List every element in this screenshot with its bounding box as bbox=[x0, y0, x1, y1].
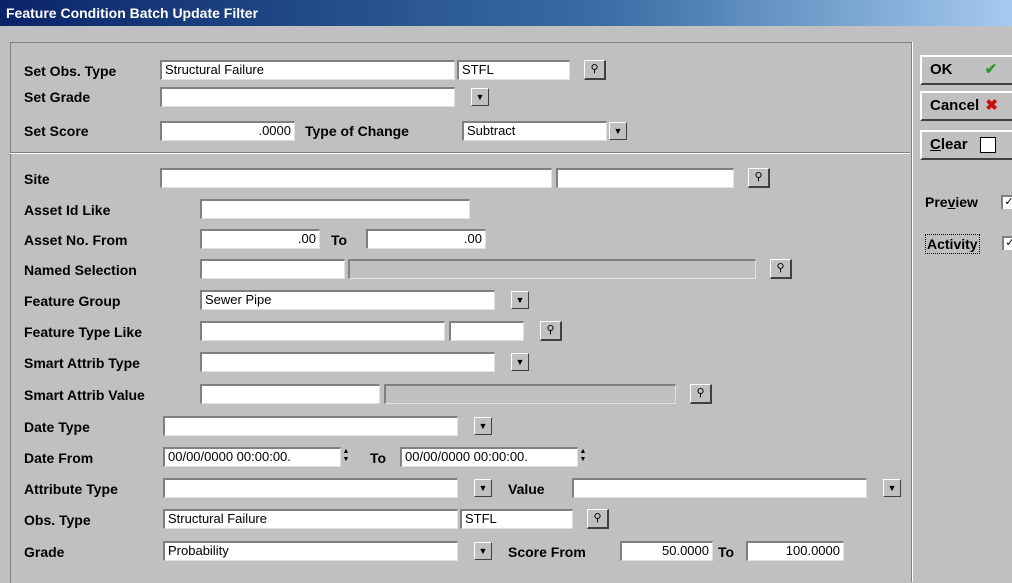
preview-label: Preview bbox=[925, 194, 978, 210]
picker-icon: ⚲ bbox=[776, 262, 785, 274]
date-to-field[interactable]: 00/00/0000 00:00:00. bbox=[400, 447, 578, 467]
checkmark-icon: ✔ bbox=[984, 61, 998, 78]
site-code-field[interactable] bbox=[556, 168, 734, 188]
preview-checkbox[interactable]: ✓ bbox=[1001, 195, 1012, 209]
filter-panel bbox=[10, 42, 911, 583]
date-to-label: To bbox=[370, 450, 387, 466]
smart-attrib-value-picker-button[interactable]: ⚲ bbox=[690, 384, 712, 404]
value-select[interactable] bbox=[572, 478, 867, 498]
chevron-down-icon[interactable]: ▼ bbox=[511, 353, 529, 371]
chevron-down-icon[interactable]: ▼ bbox=[471, 88, 489, 106]
picker-icon: ⚲ bbox=[754, 171, 763, 183]
feature-type-picker-button[interactable]: ⚲ bbox=[540, 321, 562, 341]
chevron-down-icon[interactable]: ▼ bbox=[883, 479, 901, 497]
picker-icon: ⚲ bbox=[546, 324, 555, 336]
feature-type-label: Feature Type Like bbox=[24, 324, 143, 340]
obs-type-picker-button[interactable]: ⚲ bbox=[587, 509, 609, 529]
date-type-label: Date Type bbox=[24, 419, 90, 435]
named-selection-picker-button[interactable]: ⚲ bbox=[770, 259, 792, 279]
obs-type-field[interactable]: Structural Failure bbox=[163, 509, 458, 529]
obs-type-label: Obs. Type bbox=[24, 512, 91, 528]
set-obs-type-label: Set Obs. Type bbox=[24, 63, 117, 79]
set-score-label: Set Score bbox=[24, 123, 89, 139]
feature-group-select[interactable]: Sewer Pipe bbox=[200, 290, 495, 310]
site-label: Site bbox=[24, 171, 50, 187]
score-from-label: Score From bbox=[508, 544, 586, 560]
feature-type-field[interactable] bbox=[200, 321, 445, 341]
grade-label: Grade bbox=[24, 544, 65, 560]
date-type-select[interactable] bbox=[163, 416, 458, 436]
type-of-change-label: Type of Change bbox=[305, 123, 409, 139]
asset-no-to-label: To bbox=[331, 232, 348, 248]
chevron-down-icon[interactable]: ▼ bbox=[511, 291, 529, 309]
smart-attrib-value-field[interactable] bbox=[200, 384, 380, 404]
grade-select[interactable]: Probability bbox=[163, 541, 458, 561]
asset-no-from-field[interactable]: .00 bbox=[200, 229, 320, 249]
attribute-type-label: Attribute Type bbox=[24, 481, 118, 497]
date-from-field[interactable]: 00/00/0000 00:00:00. bbox=[163, 447, 341, 467]
date-from-spinner[interactable]: ▲ ▼ bbox=[341, 448, 351, 466]
clear-icon bbox=[979, 137, 996, 154]
ok-label: OK bbox=[930, 61, 953, 78]
asset-id-label: Asset Id Like bbox=[24, 202, 111, 218]
picker-icon: ⚲ bbox=[593, 512, 602, 524]
chevron-down-icon[interactable]: ▼ bbox=[609, 122, 627, 140]
named-selection-description bbox=[348, 259, 756, 279]
section-divider bbox=[10, 152, 910, 154]
clear-button[interactable]: Clear bbox=[920, 130, 1012, 160]
feature-type-code-field[interactable] bbox=[449, 321, 524, 341]
site-field[interactable] bbox=[160, 168, 552, 188]
score-from-field[interactable]: 50.0000 bbox=[620, 541, 713, 561]
smart-attrib-value-label: Smart Attrib Value bbox=[24, 387, 145, 403]
chevron-down-icon[interactable]: ▼ bbox=[474, 542, 492, 560]
date-from-label: Date From bbox=[24, 450, 94, 466]
x-icon: ✖ bbox=[985, 97, 998, 114]
asset-id-field[interactable] bbox=[200, 199, 470, 219]
smart-attrib-type-select[interactable] bbox=[200, 352, 495, 372]
set-score-field[interactable]: .0000 bbox=[160, 121, 295, 141]
set-obs-type-field[interactable]: Structural Failure bbox=[160, 60, 455, 80]
named-selection-label: Named Selection bbox=[24, 262, 137, 278]
set-obs-type-picker-button[interactable]: ⚲ bbox=[584, 60, 606, 80]
set-grade-select[interactable] bbox=[160, 87, 455, 107]
clear-label: Clear bbox=[930, 136, 968, 153]
feature-group-label: Feature Group bbox=[24, 293, 121, 309]
chevron-down-icon[interactable]: ▼ bbox=[474, 479, 492, 497]
window-title: Feature Condition Batch Update Filter bbox=[0, 0, 1012, 26]
asset-no-to-field[interactable]: .00 bbox=[366, 229, 486, 249]
date-to-spinner[interactable]: ▲ ▼ bbox=[578, 448, 588, 466]
value-label: Value bbox=[508, 481, 545, 497]
smart-attrib-value-description bbox=[384, 384, 676, 404]
cancel-button[interactable]: Cancel ✖ bbox=[920, 91, 1012, 121]
ok-button[interactable]: OK ✔ bbox=[920, 55, 1012, 85]
type-of-change-select[interactable]: Subtract bbox=[462, 121, 607, 141]
named-selection-field[interactable] bbox=[200, 259, 345, 279]
asset-no-from-label: Asset No. From bbox=[24, 232, 128, 248]
obs-type-code-field[interactable]: STFL bbox=[460, 509, 573, 529]
buttons-divider bbox=[911, 42, 913, 582]
cancel-label: Cancel bbox=[930, 97, 980, 114]
site-picker-button[interactable]: ⚲ bbox=[748, 168, 770, 188]
attribute-type-select[interactable] bbox=[163, 478, 458, 498]
score-to-label: To bbox=[718, 544, 735, 560]
picker-icon: ⚲ bbox=[590, 63, 599, 75]
activity-label: Activity bbox=[925, 234, 980, 254]
picker-icon: ⚲ bbox=[696, 387, 705, 399]
set-grade-label: Set Grade bbox=[24, 89, 91, 105]
set-obs-type-code-field[interactable]: STFL bbox=[457, 60, 570, 80]
smart-attrib-type-label: Smart Attrib Type bbox=[24, 355, 140, 371]
activity-checkbox[interactable]: ✓ bbox=[1002, 236, 1012, 250]
score-to-field[interactable]: 100.0000 bbox=[746, 541, 844, 561]
chevron-down-icon[interactable]: ▼ bbox=[474, 417, 492, 435]
